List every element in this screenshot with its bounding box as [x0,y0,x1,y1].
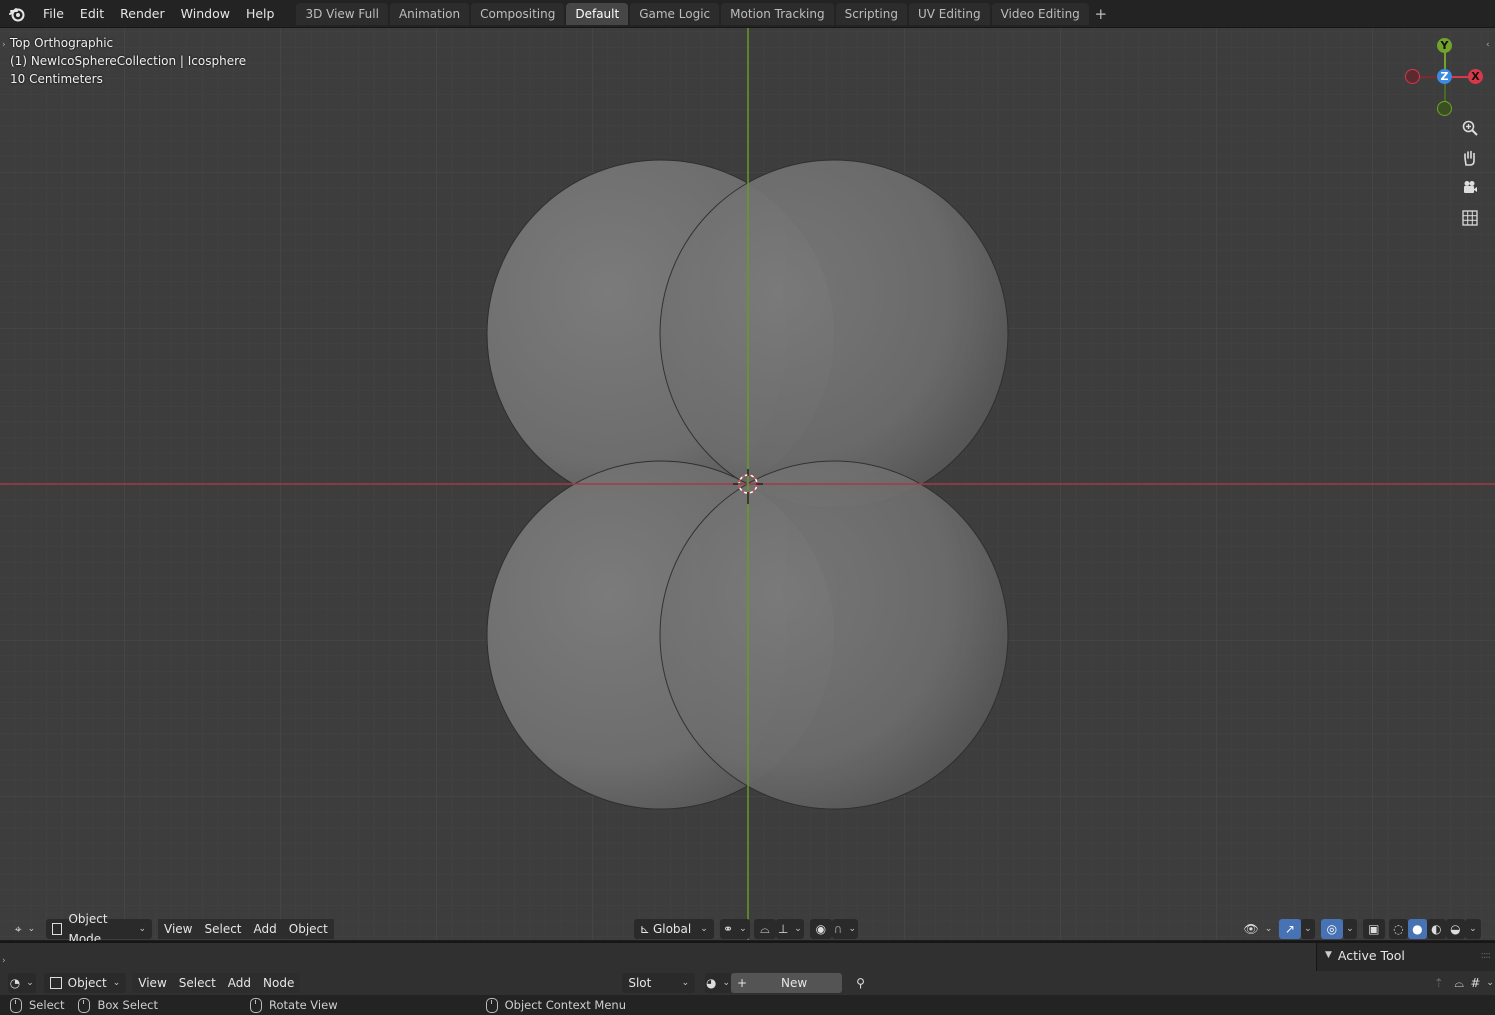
mouse-left-drag-icon [78,997,91,1013]
gizmo-toggle-icon[interactable]: ↗ [1278,919,1301,939]
chevron-down-icon: ⌄ [138,924,146,934]
mouse-left-icon [10,997,22,1013]
gizmo-y-axis[interactable]: Y [1437,38,1452,53]
material-shading-icon[interactable]: ◐ [1426,919,1446,939]
solid-shading-icon[interactable]: ● [1407,919,1427,939]
active-tool-panel: ▼ Active Tool :::: [1316,943,1495,971]
gizmo-z-axis[interactable]: Z [1437,69,1452,84]
mode-selector[interactable]: Object Mode ⌄ [46,912,152,946]
3d-viewport[interactable]: Top Orthographic (1) NewIcoSphereCollect… [0,28,1495,940]
new-label: New [781,976,808,990]
menu-render[interactable]: Render [112,3,173,25]
grid-perspective-icon[interactable] [1461,209,1485,233]
node-toolbar-toggle-icon[interactable]: › [2,956,6,966]
toolbar-toggle-icon[interactable]: › [2,40,6,50]
visibility-eye-icon[interactable]: 👁 ⌄ [1243,919,1273,939]
tab-compositing[interactable]: Compositing [471,2,565,25]
node-menu-node[interactable]: Node [257,973,301,993]
vp-menu-view[interactable]: View [158,919,199,939]
chevron-down-icon: ⌄ [700,924,708,934]
pivot-point-icon[interactable]: ⚭ ⌄ [719,919,750,939]
node-menu-view[interactable]: View [132,973,173,993]
tab-game-logic[interactable]: Game Logic [630,2,720,25]
mouse-right-icon [485,997,498,1013]
vp-menu-add[interactable]: Add [247,919,283,939]
panel-collapse-icon[interactable]: ▼ [1325,950,1332,960]
status-rotate-view: Rotate View [269,998,338,1012]
orientation-label: Global [652,922,692,936]
tab-uv-editing[interactable]: UV Editing [908,2,990,25]
xray-toggle-icon[interactable]: ▣ [1362,919,1385,939]
drag-grip-icon[interactable]: :::: [1481,950,1492,961]
collection-info: (1) NewIcoSphereCollection | Icosphere [10,54,247,68]
rendered-shading-icon[interactable]: ◒ [1445,919,1465,939]
status-select: Select [29,998,65,1012]
snap-icon[interactable]: ⌓ [1449,973,1469,993]
snap-toggle-icon[interactable]: ⌓ [753,919,776,939]
snap-element-icon[interactable]: # ⌄ [1469,973,1495,993]
object-mode-icon [52,923,63,935]
shader-editor-header: ◔ ⌄ Object ⌄ View Select Add Node Slot ⌄ … [0,971,1495,995]
status-bar: Select Box Select Rotate View Object Con… [0,995,1495,1015]
chevron-down-icon[interactable]: ⌄ [1300,919,1315,939]
menu-window[interactable]: Window [173,3,238,25]
workspace-tabs: 3D View Full Animation Compositing Defau… [296,2,1111,25]
slot-selector[interactable]: Slot ⌄ [622,973,696,993]
shader-type-selector[interactable]: Object ⌄ [43,973,127,993]
parent-node-tree-icon[interactable]: ⇡ [1429,973,1449,993]
add-workspace-button[interactable]: + [1091,3,1111,25]
transform-orientation-select[interactable]: ⊾ Global ⌄ [633,919,714,939]
orientation-axes-icon: ⊾ [639,922,650,936]
chevron-down-icon: ⌄ [681,978,690,988]
new-material-button[interactable]: + New [730,973,843,993]
material-browse-icon[interactable]: ◕ ⌄ [705,973,731,993]
status-box-select: Box Select [97,998,158,1012]
shader-editor-area[interactable] [0,943,1316,971]
falloff-curve-icon[interactable]: ∩ ⌄ [831,919,858,939]
wireframe-shading-icon[interactable]: ◌ [1388,919,1408,939]
object-type-label: Object [67,976,107,990]
menu-help[interactable]: Help [238,3,283,25]
proportional-edit-icon[interactable]: ◉ [809,919,832,939]
viewport-canvas [0,28,1495,940]
vp-menu-object[interactable]: Object [282,919,334,939]
object-type-icon [49,977,62,989]
blender-logo-icon[interactable] [7,4,27,24]
camera-icon[interactable] [1461,179,1485,203]
scale-info: 10 Centimeters [10,72,103,86]
vp-menu-select[interactable]: Select [198,919,248,939]
tab-default[interactable]: Default [566,2,629,25]
gizmo-x-axis[interactable]: X [1468,69,1483,84]
gizmo-neg-x-axis[interactable] [1405,69,1420,84]
top-bar: File Edit Render Window Help 3D View Ful… [0,0,1495,28]
active-tool-title[interactable]: Active Tool [1338,948,1405,963]
tab-animation[interactable]: Animation [389,2,470,25]
editor-type-shader-icon[interactable]: ◔ ⌄ [8,973,36,993]
mouse-middle-icon [250,997,262,1013]
tab-scripting[interactable]: Scripting [835,2,907,25]
editor-type-3d-icon[interactable]: ⌖ ⌄ [10,919,40,939]
zoom-icon[interactable] [1461,119,1485,143]
tab-video-editing[interactable]: Video Editing [991,2,1089,25]
node-menu-add[interactable]: Add [221,973,258,993]
status-object-context-menu: Object Context Menu [504,998,626,1012]
viewport-header: ⌖ ⌄ Object Mode ⌄ View Select Add Object … [0,912,1495,946]
tab-motion-tracking[interactable]: Motion Tracking [721,2,834,25]
view-name: Top Orthographic [10,36,114,50]
menu-file[interactable]: File [35,3,72,25]
plus-icon: + [736,976,748,990]
pin-icon[interactable]: ⚲ [850,973,870,993]
overlays-toggle-icon[interactable]: ◎ [1320,919,1343,939]
pan-hand-icon[interactable] [1461,149,1485,173]
chevron-down-icon[interactable]: ⌄ [1342,919,1357,939]
slot-label: Slot [628,976,652,990]
menu-edit[interactable]: Edit [72,3,112,25]
node-menu-select[interactable]: Select [172,973,222,993]
tab-3d-view-full[interactable]: 3D View Full [296,2,388,25]
chevron-down-icon: ⌄ [112,978,121,988]
gizmo-neg-y-axis[interactable] [1437,101,1452,116]
snap-target-icon[interactable]: ⊥ ⌄ [775,919,804,939]
chevron-down-icon[interactable]: ⌄ [1464,919,1481,939]
